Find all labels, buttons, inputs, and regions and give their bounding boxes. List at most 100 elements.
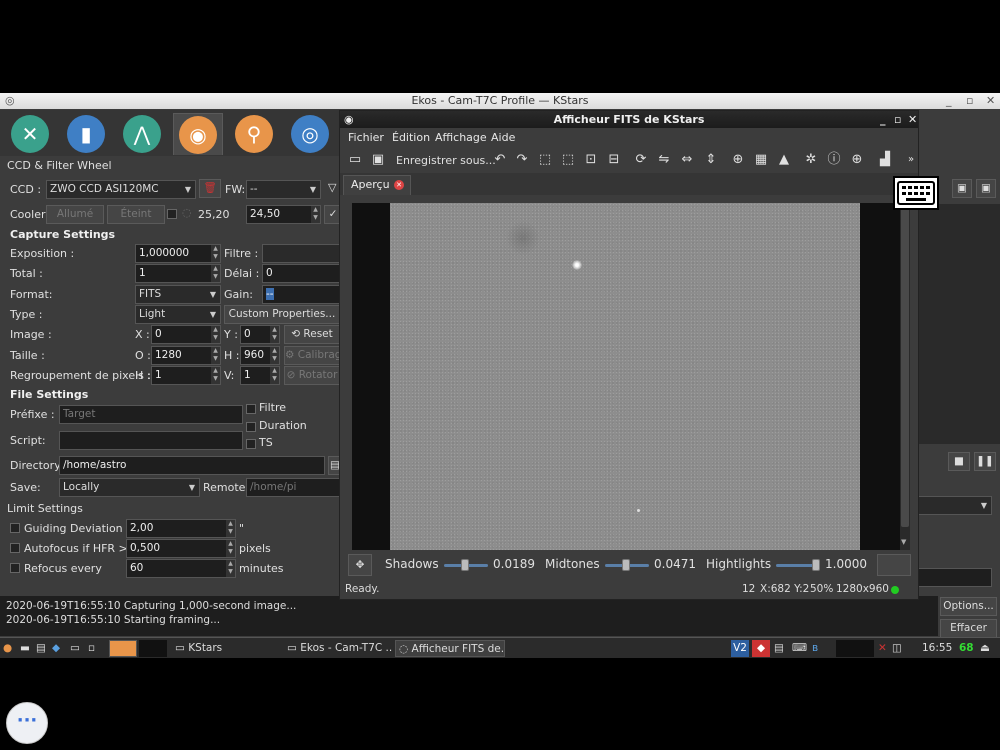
menu-help[interactable]: Aide xyxy=(491,131,515,144)
flip-vertical-icon[interactable]: ⇕ xyxy=(702,151,720,169)
close-tab-icon[interactable]: ✕ xyxy=(394,180,404,190)
bluetooth-icon[interactable]: ʙ xyxy=(812,640,826,657)
cooler-checkbox[interactable] xyxy=(167,209,177,219)
eject-icon[interactable]: ⏏ xyxy=(980,640,996,657)
open-folder-icon[interactable]: ▭ xyxy=(346,151,364,169)
main-titlebar[interactable]: ◎ Ekos - Cam-T7C Profile — KStars _ ▫ ✕ xyxy=(0,93,1000,109)
menu-edit[interactable]: Édition xyxy=(392,131,430,144)
target-temperature-input[interactable]: 24,50 ▲ ▼ xyxy=(246,205,321,224)
shadows-slider-thumb[interactable] xyxy=(461,559,469,571)
undo-icon[interactable]: ↶ xyxy=(491,151,509,169)
tab-focus[interactable]: ⚲ xyxy=(229,113,279,155)
guiding-deviation-input[interactable]: 2,00 ▲ ▼ xyxy=(126,519,236,538)
taskbar-item-ekos[interactable]: ▭ Ekos - Cam-T7C ... xyxy=(284,640,392,657)
rotate-icon[interactable]: ⟳ xyxy=(632,151,650,169)
duration-checkbox[interactable] xyxy=(246,422,256,432)
spin-arrows-icon[interactable]: ▲ ▼ xyxy=(211,245,220,262)
minimize-icon[interactable]: _ xyxy=(880,111,886,128)
info-icon[interactable]: ⓘ xyxy=(825,151,843,169)
frame-width-input[interactable]: 1280 ▲ ▼ xyxy=(151,346,221,365)
rotator-button[interactable]: ⊘ Rotator xyxy=(284,366,340,385)
delete-icon[interactable]: 🗑 xyxy=(199,179,221,198)
taskbar-item-kstars[interactable]: ▭ KStars xyxy=(172,640,280,657)
options-button[interactable]: Options... xyxy=(940,597,997,616)
right-panel-select[interactable]: ▼ xyxy=(918,496,992,515)
refocus-input[interactable]: 60 ▲ ▼ xyxy=(126,559,236,578)
volume-icon[interactable]: ◫ xyxy=(892,640,910,657)
highlights-slider-thumb[interactable] xyxy=(812,559,820,571)
remote-directory-input[interactable]: /home/pi xyxy=(246,478,340,497)
save-as-button[interactable]: Enregistrer sous... xyxy=(396,154,496,167)
spin-arrows-icon[interactable]: ▲ ▼ xyxy=(226,560,235,577)
tab-align[interactable]: ◎ xyxy=(285,113,335,155)
clipboard-icon[interactable]: ▤ xyxy=(774,640,790,657)
window-menu-icon[interactable]: ◉ xyxy=(344,111,354,128)
bin-v-input[interactable]: 1 ▲ ▼ xyxy=(240,366,280,385)
crosshair-icon[interactable]: ⊕ xyxy=(729,151,747,169)
display-icon[interactable]: ▭ xyxy=(70,640,84,657)
filter-select[interactable] xyxy=(262,244,340,263)
save-as-icon[interactable]: ▣ xyxy=(976,179,996,198)
marker-icon[interactable]: ▲ xyxy=(775,151,793,169)
clear-log-button[interactable]: Effacer xyxy=(940,619,997,638)
flip-horizontal-icon[interactable]: ⇔ xyxy=(678,151,696,169)
spin-arrows-icon[interactable]: ▲ ▼ xyxy=(211,326,220,343)
prefix-input[interactable]: Target xyxy=(59,405,243,424)
tab-preview[interactable]: Aperçu ✕ xyxy=(343,175,411,195)
reset-frame-button[interactable]: ⟲ Reset xyxy=(284,325,340,344)
remote-access-icon[interactable]: ◆ xyxy=(752,640,770,657)
bin-h-input[interactable]: 1 ▲ ▼ xyxy=(151,366,221,385)
workspace-1[interactable] xyxy=(109,640,137,657)
cooler-on-button[interactable]: Allumé xyxy=(46,205,104,224)
filter-wheel-select[interactable]: -- ▼ xyxy=(246,180,321,199)
ts-checkbox[interactable] xyxy=(246,439,256,449)
spin-arrows-icon[interactable]: ▲ ▼ xyxy=(270,347,279,364)
file-manager-icon[interactable]: ▤ xyxy=(36,640,50,657)
spin-arrows-icon[interactable]: ▲ ▼ xyxy=(270,367,279,384)
guiding-deviation-checkbox[interactable] xyxy=(10,523,20,533)
queue-list[interactable] xyxy=(918,204,1000,444)
close-icon[interactable]: ✕ xyxy=(908,111,917,128)
start-menu-icon[interactable]: ● xyxy=(3,640,17,657)
midtones-slider-thumb[interactable] xyxy=(622,559,630,571)
auto-stretch-button[interactable] xyxy=(877,554,911,576)
pause-icon[interactable]: ❚❚ xyxy=(974,452,996,471)
script-input[interactable] xyxy=(59,431,243,450)
image-viewport[interactable] xyxy=(352,203,900,550)
scroll-down-icon[interactable]: ▼ xyxy=(901,538,906,546)
taskbar-item-fits-viewer[interactable]: ◌ Afficheur FITS de... xyxy=(395,640,505,657)
fits-image[interactable] xyxy=(390,203,860,550)
network-icon[interactable]: ✕ xyxy=(878,640,890,657)
spin-arrows-icon[interactable]: ▲ ▼ xyxy=(270,326,279,343)
maximize-icon[interactable]: ▫ xyxy=(894,111,901,128)
menu-file[interactable]: Fichier xyxy=(348,131,384,144)
ccd-select[interactable]: ZWO CCD ASI120MC ▼ xyxy=(46,180,196,199)
frame-y-input[interactable]: 0 ▲ ▼ xyxy=(240,325,280,344)
clock[interactable]: 16:55 xyxy=(922,640,952,657)
spin-arrows-icon[interactable]: ▲ ▼ xyxy=(311,206,320,223)
autofocus-hfr-input[interactable]: 0,500 ▲ ▼ xyxy=(126,539,236,558)
minimize-icon[interactable]: _ xyxy=(946,93,952,109)
frame-x-input[interactable]: 0 ▲ ▼ xyxy=(151,325,221,344)
zoom-out-icon[interactable]: ⬚ xyxy=(559,151,577,169)
refocus-checkbox[interactable] xyxy=(10,563,20,573)
fits-titlebar[interactable]: ◉ Afficheur FITS de KStars _ ▫ ✕ xyxy=(340,111,918,128)
keyboard-tray-icon[interactable]: ⌨ xyxy=(792,640,810,657)
flip-icon[interactable]: ⇋ xyxy=(655,151,673,169)
save-icon[interactable]: ▣ xyxy=(952,179,972,198)
redo-icon[interactable]: ↷ xyxy=(513,151,531,169)
maximize-icon[interactable]: ▫ xyxy=(966,93,973,109)
cooler-off-button[interactable]: Éteint xyxy=(107,205,165,224)
vertical-scrollbar[interactable]: ▼ xyxy=(900,203,910,550)
workspace-2[interactable] xyxy=(139,640,167,657)
zoom-default-icon[interactable]: ⊟ xyxy=(605,151,623,169)
tab-capture[interactable]: ◉ xyxy=(173,113,223,155)
spin-arrows-icon[interactable]: ▲ ▼ xyxy=(211,265,220,282)
zoom-fit-icon[interactable]: ⊡ xyxy=(582,151,600,169)
autofocus-hfr-checkbox[interactable] xyxy=(10,543,20,553)
frame-height-input[interactable]: 960 ▲ ▼ xyxy=(240,346,280,365)
total-input[interactable]: 1 ▲ ▼ xyxy=(135,264,221,283)
frame-type-select[interactable]: Light ▼ xyxy=(135,305,221,324)
filter-checkbox[interactable] xyxy=(246,404,256,414)
vnc-icon[interactable]: V2 xyxy=(731,640,749,657)
